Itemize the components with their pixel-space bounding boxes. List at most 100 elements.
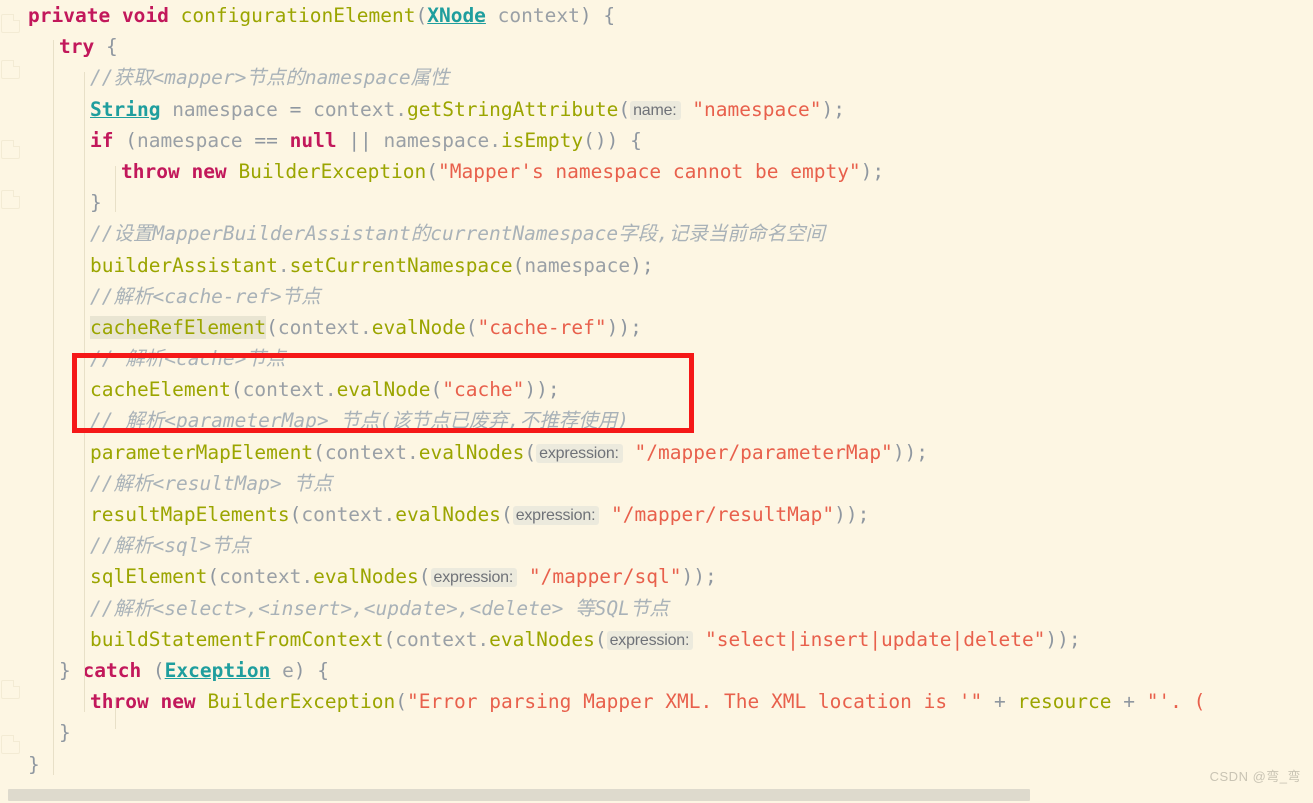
code-content[interactable]: private void configurationElement(XNode … (0, 0, 1313, 790)
code-keyword: if (90, 128, 114, 152)
code-type: Exception (164, 658, 271, 682)
code-line[interactable]: cacheElement(context.evalNode("cache")); (0, 374, 1313, 405)
indent-guide (115, 697, 116, 729)
code-token: ( (415, 4, 428, 27)
code-identifier: sqlElement (90, 565, 208, 589)
code-identifier: resource (1017, 690, 1112, 714)
code-identifier: evalNodes (395, 503, 501, 526)
code-line[interactable]: builderAssistant.setCurrentNamespace(nam… (0, 250, 1313, 281)
code-keyword: void (121, 4, 169, 27)
code-line[interactable]: buildStatementFromContext(context.evalNo… (0, 624, 1313, 655)
code-identifier: parameterMapElement (90, 440, 314, 464)
code-line[interactable]: //解析<sql>节点 (0, 530, 1313, 561)
code-identifier: cacheRefElement (90, 315, 267, 339)
code-comment: //解析<resultMap> 节点 (90, 471, 333, 495)
code-string: "'. ( (1146, 690, 1206, 714)
code-token: ( (500, 503, 513, 526)
parameter-hint: expression: (430, 568, 518, 588)
code-line[interactable]: //获取<mapper>节点的namespace属性 (0, 62, 1313, 93)
code-token: context. (313, 97, 407, 121)
code-string: "cache" (442, 378, 525, 402)
code-token: ( (465, 315, 478, 339)
code-line[interactable]: String namespace = context.getStringAttr… (0, 94, 1313, 125)
code-token: namespace (136, 128, 255, 152)
code-token: + (982, 690, 1018, 714)
code-string: "Error parsing Mapper XML. The XML locat… (407, 690, 983, 714)
code-line[interactable]: throw new BuilderException("Error parsin… (0, 686, 1313, 717)
code-token: e (270, 658, 294, 682)
code-line[interactable]: cacheRefElement(context.evalNode("cache-… (0, 312, 1313, 343)
code-string: "select|insert|update|delete" (693, 627, 1046, 651)
code-token: )); (892, 440, 929, 464)
code-token: ( (594, 627, 607, 651)
code-token: = (289, 97, 314, 121)
code-token: context. (324, 440, 419, 464)
code-keyword: try (59, 35, 95, 59)
code-token: } (90, 191, 102, 215)
code-editor[interactable]: private void configurationElement(XNode … (0, 0, 1313, 803)
code-comment: // 解析<parameterMap> 节点(该节点已废弃,不推荐使用) (90, 409, 630, 433)
code-token: ( (418, 565, 431, 589)
code-line[interactable]: throw new BuilderException("Mapper's nam… (0, 156, 1313, 187)
horizontal-scrollbar[interactable] (0, 787, 1313, 803)
code-token: ( (313, 440, 325, 464)
code-token: ( (512, 253, 525, 277)
code-keyword: new (191, 159, 227, 183)
code-line[interactable]: } (0, 187, 1313, 218)
code-token: + (1111, 690, 1147, 714)
code-line[interactable]: } catch (Exception e) { (0, 655, 1313, 686)
code-token: . (277, 253, 290, 277)
code-identifier: setCurrentNamespace (289, 253, 513, 277)
code-line[interactable]: // 解析<cache>节点 (0, 343, 1313, 374)
code-identifier: evalNode (336, 378, 431, 402)
code-line[interactable]: resultMapElements(context.evalNodes(expr… (0, 499, 1313, 530)
code-string: "/mapper/parameterMap" (622, 440, 893, 464)
watermark-text: CSDN @弯_弯 (1209, 769, 1301, 784)
code-string: "Mapper's namespace cannot be empty" (438, 159, 861, 183)
code-line[interactable]: } (0, 749, 1313, 780)
code-token: ( (266, 315, 278, 339)
parameter-hint: expression: (512, 506, 600, 525)
code-keyword: catch (82, 658, 142, 682)
code-token: context. (242, 378, 337, 402)
code-identifier: builderAssistant (90, 253, 278, 277)
code-comment: //解析<cache-ref>节点 (90, 284, 321, 308)
code-token: { (94, 35, 118, 59)
code-line[interactable]: parameterMapElement(context.evalNodes(ex… (0, 437, 1313, 468)
code-line[interactable]: sqlElement(context.evalNodes(expression:… (0, 561, 1313, 592)
code-token: } (59, 721, 71, 745)
code-identifier: evalNode (371, 315, 466, 339)
code-line[interactable]: } (0, 717, 1313, 748)
code-comment: //解析<sql>节点 (90, 534, 251, 558)
code-identifier: evalNodes (418, 440, 525, 464)
code-token: == (254, 128, 290, 152)
code-string: "namespace" (680, 97, 822, 121)
code-token: context. (301, 503, 396, 526)
code-token: context. (277, 315, 372, 339)
code-token: ( (395, 690, 408, 714)
code-line[interactable]: //解析<select>,<insert>,<update>,<delete> … (0, 593, 1313, 624)
code-token: context. (395, 627, 490, 651)
code-string: "/mapper/sql" (517, 565, 682, 589)
code-comment: // 解析<cache>节点 (90, 347, 286, 371)
code-token: )); (524, 378, 560, 402)
code-token: ( (524, 440, 537, 464)
code-line[interactable]: //解析<resultMap> 节点 (0, 468, 1313, 499)
code-line[interactable]: // 解析<parameterMap> 节点(该节点已废弃,不推荐使用) (0, 405, 1313, 436)
parameter-hint: expression: (536, 443, 623, 463)
code-line[interactable]: try { (0, 31, 1313, 62)
code-token: namespace (160, 97, 290, 121)
code-line[interactable]: private void configurationElement(XNode … (0, 0, 1313, 31)
code-token: ( (383, 627, 396, 651)
code-line[interactable]: //解析<cache-ref>节点 (0, 281, 1313, 312)
code-token: ( (230, 378, 243, 402)
scrollbar-thumb[interactable] (8, 789, 1030, 801)
code-line[interactable]: if (namespace == null || namespace.isEmp… (0, 125, 1313, 156)
code-line[interactable]: //设置MapperBuilderAssistant的currentNamesp… (0, 218, 1313, 249)
code-identifier: buildStatementFromContext (90, 627, 384, 651)
code-identifier: isEmpty (500, 128, 584, 152)
code-token: namespace (524, 253, 631, 277)
code-identifier: evalNodes (313, 565, 419, 589)
